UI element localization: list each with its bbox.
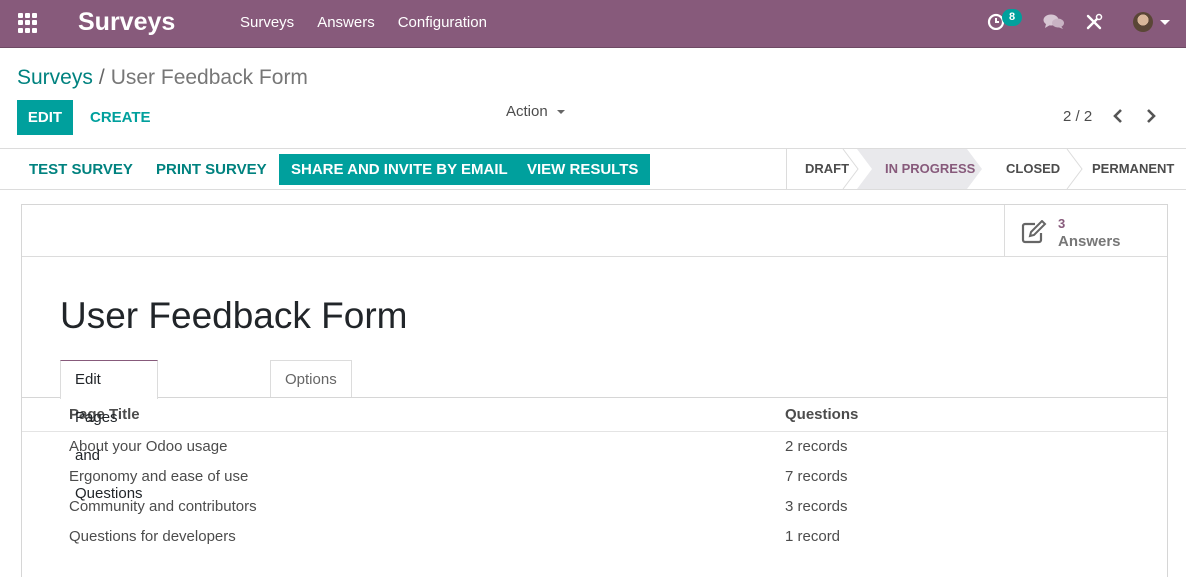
questions-cell: 2 records bbox=[785, 437, 848, 455]
table-row[interactable]: Questions for developers 1 record bbox=[22, 521, 1167, 551]
menu-item-configuration[interactable]: Configuration bbox=[398, 14, 487, 31]
column-page-title[interactable]: Page Title bbox=[22, 398, 785, 432]
page-title-cell: Questions for developers bbox=[69, 527, 236, 545]
menu-item-answers[interactable]: Answers bbox=[317, 14, 375, 31]
caret-down-icon bbox=[556, 110, 565, 115]
form-header: TEST SURVEY PRINT SURVEY SHARE AND INVIT… bbox=[0, 148, 1186, 190]
stage-permanent[interactable]: PERMANENT bbox=[1092, 149, 1174, 189]
stage-in-progress[interactable]: IN PROGRESS bbox=[885, 149, 975, 189]
questions-cell: 3 records bbox=[785, 497, 848, 515]
questions-cell: 1 record bbox=[785, 527, 841, 545]
answers-count: 3 bbox=[1058, 216, 1066, 231]
table-header-row: Page Title Questions bbox=[22, 398, 1167, 432]
answers-label: Answers bbox=[1058, 233, 1121, 250]
chevron-left-icon[interactable] bbox=[1112, 108, 1124, 129]
status-bar: DRAFT IN PROGRESS CLOSED PERMANENT bbox=[786, 149, 1186, 189]
survey-title: User Feedback Form bbox=[60, 295, 408, 336]
edit-button[interactable]: EDIT bbox=[17, 100, 73, 135]
test-survey-button[interactable]: TEST SURVEY bbox=[17, 154, 145, 185]
breadcrumb-parent[interactable]: Surveys bbox=[17, 66, 93, 89]
breadcrumb: Surveys / User Feedback Form bbox=[17, 66, 308, 90]
share-invite-button[interactable]: SHARE AND INVITE BY EMAIL bbox=[279, 154, 520, 185]
tab-edit-pages[interactable]: Edit Pages and Questions bbox=[60, 360, 158, 502]
chat-icon[interactable] bbox=[1043, 13, 1065, 36]
activity-count-badge: 8 bbox=[1002, 9, 1022, 26]
print-survey-button[interactable]: PRINT SURVEY bbox=[144, 154, 279, 185]
app-title: Surveys bbox=[78, 8, 176, 36]
chevron-right-icon[interactable] bbox=[1145, 108, 1157, 129]
tab-options[interactable]: Options bbox=[270, 360, 352, 398]
form-sheet: 3 Answers User Feedback Form Edit Pages … bbox=[21, 204, 1168, 577]
main-menu: Surveys Answers Configuration bbox=[240, 14, 510, 31]
column-questions[interactable]: Questions bbox=[785, 398, 1167, 432]
debug-tools-icon[interactable] bbox=[1085, 13, 1103, 36]
table-row[interactable]: About your Odoo usage 2 records bbox=[22, 431, 1167, 461]
edit-pencil-icon bbox=[1021, 219, 1049, 249]
create-button[interactable]: CREATE bbox=[82, 100, 159, 135]
user-avatar[interactable] bbox=[1133, 12, 1153, 32]
table-row[interactable]: Ergonomy and ease of use 7 records bbox=[22, 461, 1167, 491]
action-label: Action bbox=[506, 103, 548, 120]
view-results-button[interactable]: VIEW RESULTS bbox=[515, 154, 651, 185]
breadcrumb-current: User Feedback Form bbox=[110, 66, 308, 89]
answers-stat-button[interactable]: 3 Answers bbox=[1004, 205, 1167, 257]
page-title-cell: About your Odoo usage bbox=[69, 437, 228, 455]
table-row[interactable]: Community and contributors 3 records bbox=[22, 491, 1167, 521]
stage-draft[interactable]: DRAFT bbox=[805, 149, 849, 189]
smart-button-box: 3 Answers bbox=[22, 205, 1167, 257]
stage-closed[interactable]: CLOSED bbox=[1006, 149, 1060, 189]
pages-table: Page Title Questions About your Odoo usa… bbox=[22, 398, 1167, 551]
breadcrumb-separator: / bbox=[98, 66, 105, 89]
top-navbar: Surveys Surveys Answers Configuration 8 bbox=[0, 0, 1186, 48]
apps-grid-icon[interactable] bbox=[18, 13, 38, 33]
chevron-down-icon[interactable] bbox=[1160, 20, 1170, 25]
questions-cell: 7 records bbox=[785, 467, 848, 485]
action-dropdown[interactable]: Action bbox=[506, 103, 565, 120]
menu-item-surveys[interactable]: Surveys bbox=[240, 14, 294, 31]
pager-value[interactable]: 2 / 2 bbox=[1063, 108, 1092, 125]
